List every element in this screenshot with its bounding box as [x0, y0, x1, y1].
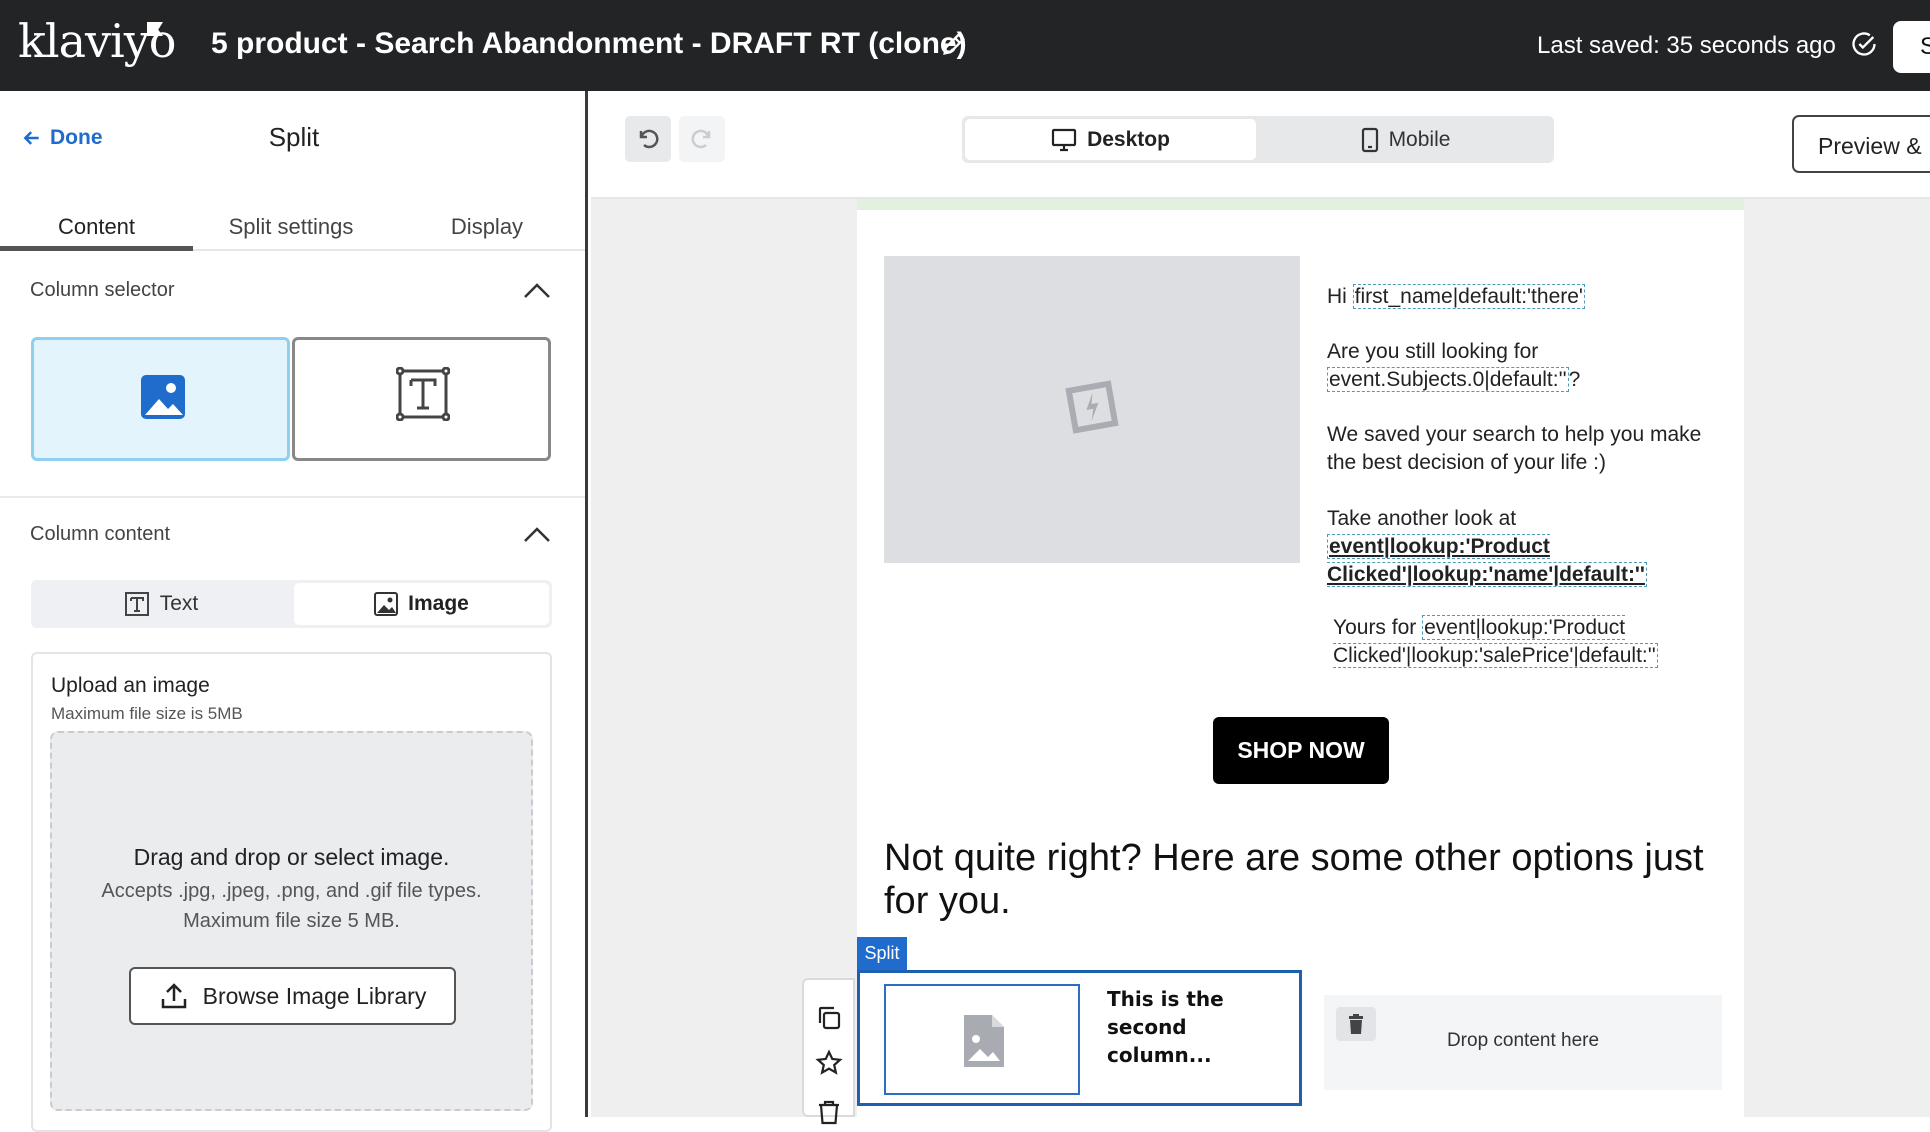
image-placeholder[interactable]	[884, 256, 1300, 563]
browse-label: Browse Image Library	[202, 982, 427, 1009]
top-bar: klaviyo 5 product - Search Abandonment -…	[0, 0, 1930, 91]
check-circle-icon	[1852, 32, 1876, 56]
tab-content[interactable]: Content	[0, 201, 193, 251]
editor-toolbar: Desktop Mobile Preview &	[591, 91, 1930, 199]
upload-card: Upload an image Maximum file size is 5MB…	[31, 652, 552, 1132]
panel-title: Split	[268, 122, 320, 152]
image-drop-zone[interactable]: Drag and drop or select image. Accepts .…	[50, 731, 533, 1111]
trash-icon[interactable]	[815, 1098, 843, 1126]
text-icon	[124, 592, 149, 616]
upload-title: Upload an image	[51, 674, 210, 697]
desktop-label: Desktop	[1087, 127, 1170, 151]
another-look-text: Take another look at	[1327, 507, 1517, 530]
column-selector-heading: Column selector	[30, 279, 175, 301]
saved-search-line[interactable]: We saved your search to help you make th…	[1327, 421, 1727, 477]
drop-title: Drag and drop or select image.	[133, 844, 450, 870]
price-prefix: Yours for	[1333, 616, 1423, 639]
mobile-label: Mobile	[1388, 127, 1451, 151]
document-title[interactable]: 5 product - Search Abandonment - DRAFT R…	[211, 27, 967, 61]
merge-tag-subject[interactable]: event.Subjects.0|default:''	[1327, 367, 1569, 392]
price-line[interactable]: Yours for event|lookup:'Product Clicked'…	[1327, 614, 1727, 670]
redo-icon	[691, 129, 711, 149]
still-looking-text: Are you still looking for	[1327, 340, 1539, 363]
panel-tabs: Content Split settings Display	[0, 201, 585, 251]
options-heading[interactable]: Not quite right? Here are some other opt…	[884, 837, 1714, 923]
browse-image-library-button[interactable]: Browse Image Library	[129, 967, 456, 1025]
image-icon	[141, 375, 185, 419]
content-type-toggle: Text Image	[31, 580, 552, 628]
drop-content-label: Drop content here	[1446, 1030, 1600, 1051]
greeting-line[interactable]: Hi first_name|default:'there'	[1327, 283, 1727, 311]
content-type-image[interactable]: Image	[294, 583, 549, 625]
text-option-label: Text	[159, 592, 199, 615]
broken-image-icon	[1065, 380, 1119, 434]
preview-button[interactable]: Preview &	[1792, 115, 1930, 173]
drop-file-types: Accepts .jpg, .jpeg, .png, and .gif file…	[101, 880, 482, 902]
undo-button[interactable]	[625, 116, 671, 162]
save-button[interactable]: S	[1893, 21, 1930, 73]
tab-display[interactable]: Display	[389, 201, 585, 251]
another-look-line[interactable]: Take another look at event|lookup:'Produ…	[1327, 505, 1727, 589]
tab-split-settings[interactable]: Split settings	[193, 201, 389, 251]
still-looking-line[interactable]: Are you still looking for event.Subjects…	[1327, 338, 1727, 394]
split-block-selected[interactable]: This is the second column...	[857, 970, 1302, 1106]
text-icon	[396, 367, 450, 421]
greeting-prefix: Hi	[1327, 285, 1353, 308]
left-panel: Done Split Content Split settings Displa…	[0, 91, 588, 1132]
pencil-icon[interactable]	[940, 30, 968, 58]
column-selector-text[interactable]	[292, 337, 551, 461]
email-body: Hi first_name|default:'there' Are you st…	[857, 199, 1744, 1117]
block-actions	[802, 978, 855, 1125]
desktop-icon	[1051, 128, 1077, 151]
image-file-icon	[964, 1015, 1004, 1067]
upload-icon	[161, 983, 186, 1009]
mobile-icon	[1361, 127, 1378, 152]
split-block-tag: Split	[857, 937, 907, 970]
editor-canvas: Hi first_name|default:'there' Are you st…	[591, 199, 1930, 1125]
shop-now-button[interactable]: SHOP NOW	[1213, 717, 1389, 784]
undo-icon	[639, 129, 659, 149]
split-text-column[interactable]: This is the second column...	[1107, 985, 1257, 1069]
duplicate-icon[interactable]	[815, 1004, 843, 1032]
mobile-button[interactable]: Mobile	[1260, 119, 1551, 160]
drop-instructions: Accepts .jpg, .jpeg, .png, and .gif file…	[52, 876, 531, 936]
device-toggle: Desktop Mobile	[962, 116, 1554, 163]
desktop-button[interactable]: Desktop	[965, 119, 1256, 160]
image-option-label: Image	[408, 592, 469, 615]
saved-status: Last saved: 35 seconds ago	[1537, 32, 1836, 59]
question-mark: ?	[1568, 368, 1581, 391]
merge-tag-product-name[interactable]: event|lookup:'Product Clicked'|lookup:'n…	[1327, 534, 1647, 587]
content-type-text[interactable]: Text	[34, 583, 288, 625]
column-content-heading: Column content	[30, 523, 171, 545]
merge-tag-first-name[interactable]: first_name|default:'there'	[1352, 284, 1585, 309]
drop-content-zone[interactable]: Drop content here	[1324, 995, 1722, 1090]
redo-button[interactable]	[679, 116, 725, 162]
image-icon	[374, 592, 399, 616]
upload-max-size: Maximum file size is 5MB	[51, 704, 243, 723]
section-divider	[0, 496, 585, 498]
star-icon[interactable]	[815, 1049, 843, 1077]
chevron-up-icon[interactable]	[522, 525, 552, 543]
drop-max-size: Maximum file size 5 MB.	[183, 910, 400, 932]
previous-block-edge	[857, 199, 1744, 210]
chevron-up-icon[interactable]	[522, 281, 552, 299]
column-selector-image[interactable]	[31, 337, 290, 461]
split-image-column[interactable]	[884, 984, 1080, 1095]
